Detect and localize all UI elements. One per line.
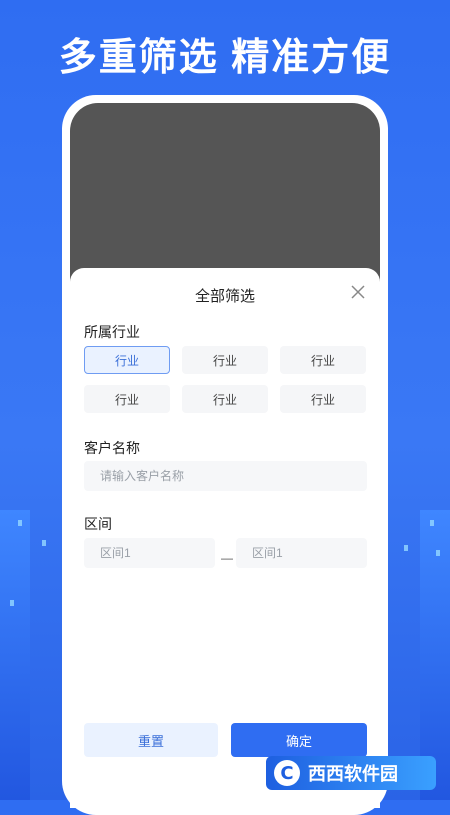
watermark-c-icon: C (274, 760, 300, 786)
industry-label: 所属行业 (84, 324, 140, 340)
industry-chip[interactable]: 行业 (182, 385, 268, 413)
range-separator: — (221, 551, 233, 565)
decorative-light (10, 600, 14, 606)
industry-chip[interactable]: 行业 (84, 385, 170, 413)
decorative-light (42, 540, 46, 546)
decorative-light (430, 520, 434, 526)
reset-button[interactable]: 重置 (84, 723, 218, 757)
sheet-title: 全部筛选 (194, 288, 255, 305)
decorative-building-left (0, 510, 30, 800)
industry-chip[interactable]: 行业 (280, 346, 366, 374)
filter-sheet: 全部筛选 所属行业 行业 行业 行业 行业 行业 行业 客户名称 区间 — 重置… (70, 268, 380, 808)
decorative-light (404, 545, 408, 551)
close-icon[interactable] (350, 284, 366, 300)
decorative-light (436, 550, 440, 556)
range-to-input[interactable] (236, 538, 367, 568)
industry-chip[interactable]: 行业 (182, 346, 268, 374)
customer-name-label: 客户名称 (84, 440, 140, 456)
watermark-text: 西西软件园 (308, 764, 398, 785)
industry-chip[interactable]: 行业 (280, 385, 366, 413)
range-label: 区间 (84, 516, 112, 532)
confirm-button[interactable]: 确定 (231, 723, 367, 757)
customer-name-input[interactable] (84, 461, 367, 491)
range-from-input[interactable] (84, 538, 215, 568)
industry-chip[interactable]: 行业 (84, 346, 170, 374)
banner-headline: 多重筛选 精准方便 (58, 37, 392, 79)
watermark-logo: C 西西软件园 (266, 756, 436, 790)
decorative-light (18, 520, 22, 526)
